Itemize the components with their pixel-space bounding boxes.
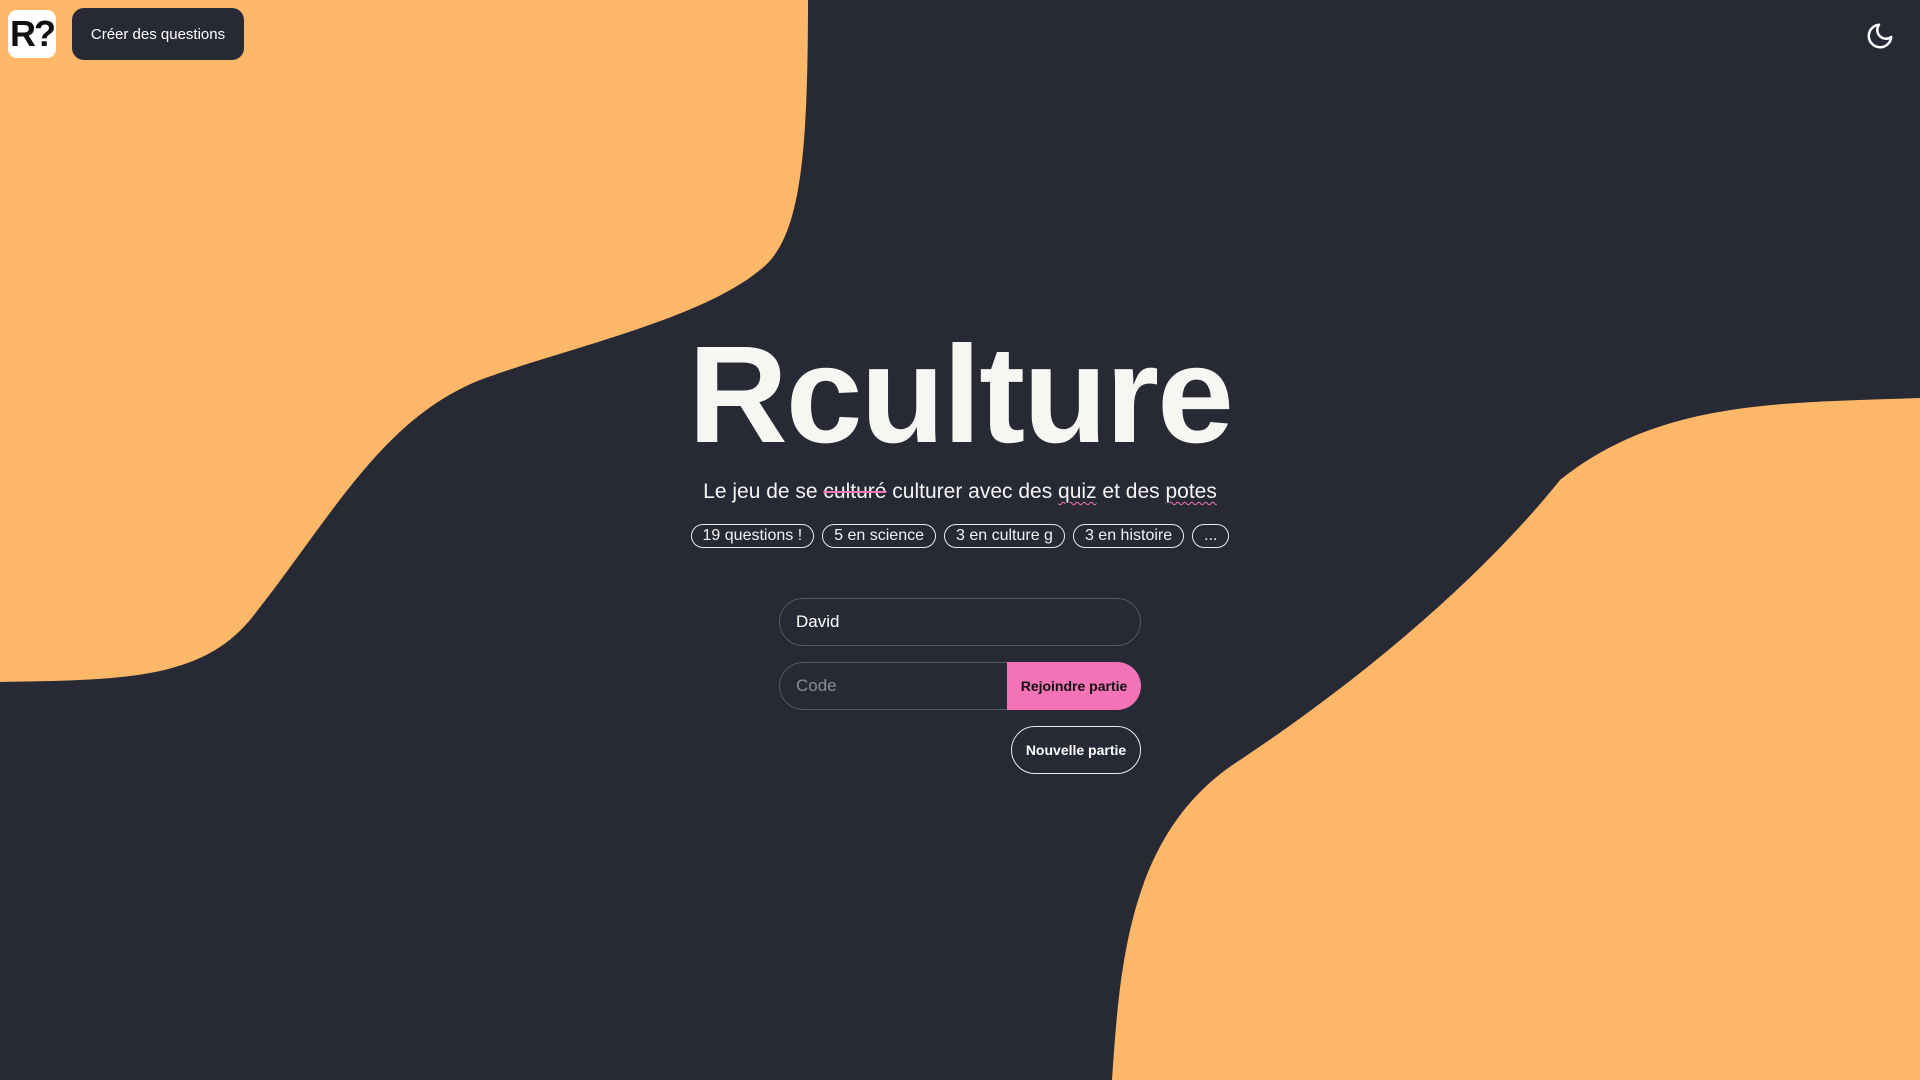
subtitle-word-potes: potes (1165, 480, 1217, 503)
tag-total-questions: 19 questions ! (690, 524, 815, 548)
subtitle: Le jeu de se culturé culturer avec des q… (0, 478, 1920, 506)
subtitle-part-2: culturer avec des (886, 480, 1059, 503)
subtitle-part-3: et des (1096, 480, 1166, 503)
new-game-button[interactable]: Nouvelle partie (1011, 726, 1141, 774)
moon-icon (1867, 23, 1893, 49)
subtitle-word-quiz: quiz (1058, 480, 1097, 503)
create-questions-button[interactable]: Créer des questions (72, 8, 244, 60)
game-code-input[interactable] (779, 662, 1007, 710)
stats-tags: 19 questions ! 5 en science 3 en culture… (0, 524, 1920, 548)
home-page: R? Créer des questions Rculture Le jeu d… (0, 0, 1920, 1080)
hero-section: Rculture Le jeu de se culturé culturer a… (0, 320, 1920, 548)
new-game-row: Nouvelle partie (779, 726, 1141, 774)
subtitle-part-1: Le jeu de se (703, 480, 824, 503)
player-name-input[interactable] (779, 598, 1141, 646)
join-row: Rejoindre partie (779, 662, 1141, 710)
tag-more[interactable]: ... (1192, 524, 1230, 548)
page-title: Rculture (688, 318, 1234, 472)
tag-science: 5 en science (822, 524, 936, 548)
subtitle-struck-word: culturé (823, 480, 887, 503)
join-game-button[interactable]: Rejoindre partie (1007, 662, 1141, 710)
tag-culture-g: 3 en culture g (944, 524, 1065, 548)
tag-histoire: 3 en histoire (1072, 524, 1185, 548)
join-form: Rejoindre partie Nouvelle partie (779, 598, 1141, 774)
app-logo[interactable]: R? (8, 10, 56, 58)
theme-toggle-button[interactable] (1862, 18, 1898, 54)
